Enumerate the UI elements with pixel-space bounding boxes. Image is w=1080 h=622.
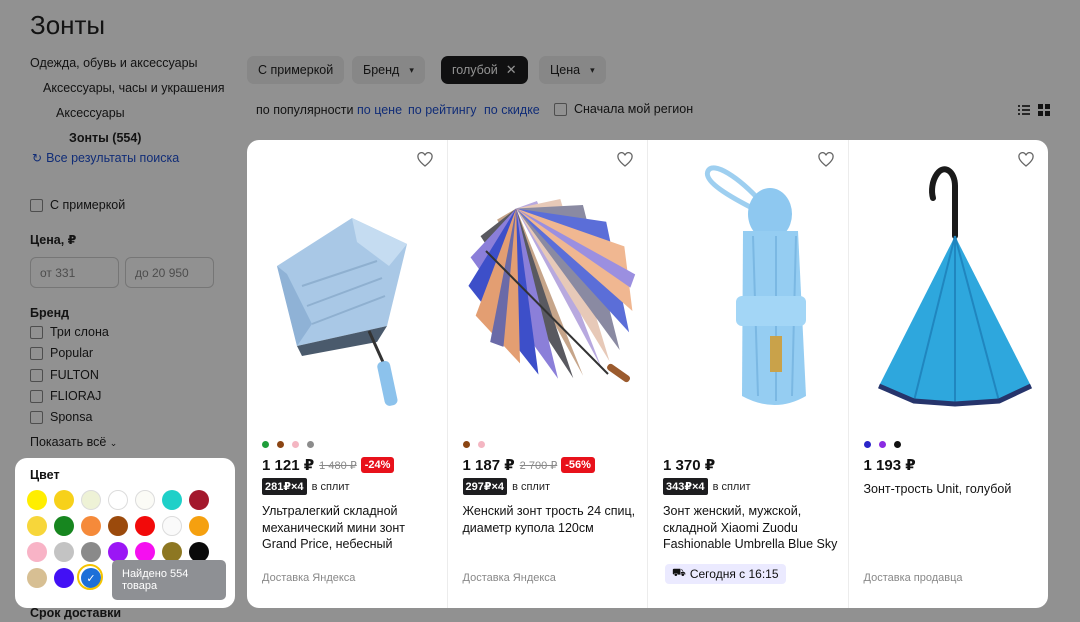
delivery-icon: ⛟ xyxy=(672,567,686,579)
swatch[interactable] xyxy=(893,441,901,448)
color-option[interactable] xyxy=(189,516,209,536)
color-swatches[interactable] xyxy=(863,441,901,448)
color-option[interactable] xyxy=(162,490,182,510)
color-option[interactable] xyxy=(108,516,128,536)
delivery-today-badge: ⛟ Сегодня с 16:15 xyxy=(665,564,786,584)
color-option[interactable] xyxy=(135,516,155,536)
split-row[interactable]: 343₽×4 в сплит xyxy=(663,478,751,495)
color-heading: Цвет xyxy=(30,468,60,482)
product-image[interactable] xyxy=(257,156,439,436)
color-option[interactable] xyxy=(27,490,47,510)
product-image[interactable] xyxy=(859,156,1041,436)
price-row: 1 121 ₽ 1 480 ₽ -24% xyxy=(262,456,395,474)
swatch[interactable] xyxy=(863,441,871,448)
color-option[interactable]: ✓ xyxy=(77,564,103,590)
old-price: 2 700 ₽ xyxy=(519,459,558,472)
discount-badge: -56% xyxy=(561,457,595,473)
price-row: 1 193 ₽ xyxy=(864,456,916,474)
price-row: 1 370 ₽ xyxy=(663,456,715,474)
check-icon: ✓ xyxy=(86,572,96,585)
swatch[interactable] xyxy=(262,441,269,448)
delivery-today-label: Сегодня с 16:15 xyxy=(689,567,779,581)
delivery-label: Доставка Яндекса xyxy=(462,572,556,584)
swatch[interactable] xyxy=(878,441,886,448)
color-swatches[interactable] xyxy=(462,441,485,448)
color-option[interactable] xyxy=(81,490,101,510)
price: 1 370 ₽ xyxy=(663,457,716,474)
product-card[interactable]: 1 370 ₽ 343₽×4 в сплит Зонт женский, муж… xyxy=(648,140,849,608)
product-name[interactable]: Женский зонт трость 24 спиц, диаметр куп… xyxy=(463,503,641,536)
color-option[interactable] xyxy=(54,542,74,562)
color-option[interactable] xyxy=(27,542,47,562)
product-card[interactable]: 1 187 ₽ 2 700 ₽ -56% 297₽×4 в сплит Женс… xyxy=(448,140,648,608)
split-label: в сплит xyxy=(311,480,350,493)
delivery-label: Доставка Яндекса xyxy=(262,572,356,584)
color-option[interactable] xyxy=(27,516,47,536)
results-tooltip[interactable]: Найдено 554 товара xyxy=(112,560,226,600)
color-option[interactable] xyxy=(135,542,155,562)
product-name[interactable]: Ультралегкий складной механический мини … xyxy=(262,503,440,553)
split-badge: 297₽×4 xyxy=(462,478,508,495)
color-swatches[interactable] xyxy=(262,441,314,448)
swatch[interactable] xyxy=(292,441,299,448)
price: 1 187 ₽ xyxy=(462,457,515,474)
split-row[interactable]: 281₽×4 в сплит xyxy=(262,478,350,495)
product-name[interactable]: Зонт женский, мужской, складной Xiaomi Z… xyxy=(663,503,841,553)
price-row: 1 187 ₽ 2 700 ₽ -56% xyxy=(463,456,595,474)
product-name[interactable]: Зонт-трость Unit, голубой xyxy=(864,481,1042,498)
price: 1 193 ₽ xyxy=(863,457,916,474)
color-option[interactable] xyxy=(27,568,47,588)
color-option[interactable] xyxy=(162,516,182,536)
swatch[interactable] xyxy=(307,441,314,448)
product-card[interactable]: 1 193 ₽ Зонт-трость Unit, голубой Достав… xyxy=(849,140,1049,608)
old-price: 1 480 ₽ xyxy=(319,459,357,472)
split-badge: 281₽×4 xyxy=(262,478,307,495)
color-option[interactable] xyxy=(54,516,74,536)
color-option[interactable] xyxy=(108,490,128,510)
swatch[interactable] xyxy=(462,441,470,448)
price: 1 121 ₽ xyxy=(262,457,315,474)
color-option[interactable] xyxy=(54,568,74,588)
color-option[interactable] xyxy=(135,490,155,510)
product-image[interactable] xyxy=(458,156,640,436)
product-card[interactable]: 1 121 ₽ 1 480 ₽ -24% 281₽×4 в сплит Ульт… xyxy=(247,140,448,608)
delivery-label: Доставка продавца xyxy=(863,572,963,584)
split-label: в сплит xyxy=(712,480,751,493)
swatch[interactable] xyxy=(277,441,284,448)
color-option[interactable] xyxy=(81,542,101,562)
split-badge: 343₽×4 xyxy=(663,478,708,495)
product-grid: 1 121 ₽ 1 480 ₽ -24% 281₽×4 в сплит Ульт… xyxy=(247,140,1048,608)
color-option[interactable] xyxy=(54,490,74,510)
color-option[interactable] xyxy=(81,516,101,536)
color-option[interactable] xyxy=(162,542,182,562)
swatch[interactable] xyxy=(477,441,485,448)
color-option[interactable] xyxy=(189,490,209,510)
color-option[interactable] xyxy=(189,542,209,562)
product-image[interactable] xyxy=(658,156,840,436)
color-option[interactable] xyxy=(108,542,128,562)
split-row[interactable]: 297₽×4 в сплит xyxy=(462,478,551,495)
discount-badge: -24% xyxy=(360,457,395,473)
split-label: в сплит xyxy=(512,480,551,493)
